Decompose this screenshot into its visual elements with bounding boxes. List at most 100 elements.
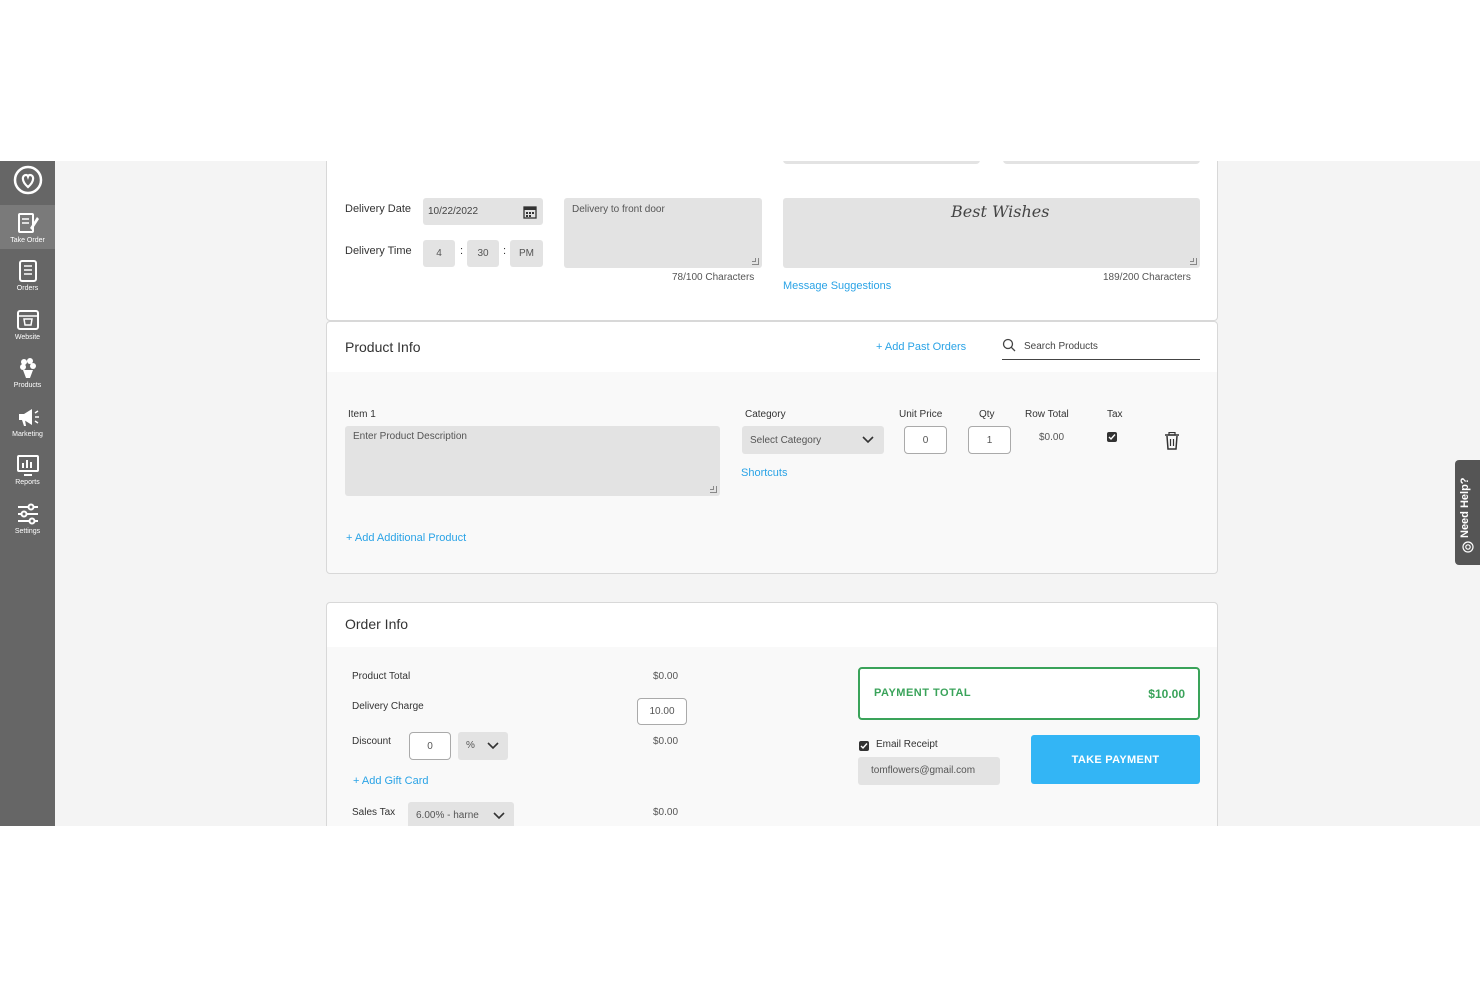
item-label: Item 1	[348, 409, 376, 420]
add-additional-product-link[interactable]: + Add Additional Product	[346, 532, 466, 544]
sliders-icon	[17, 503, 38, 524]
row-total-value: $0.00	[1039, 432, 1065, 443]
discount-type-select[interactable]: %	[458, 732, 508, 760]
orders-icon	[18, 259, 37, 282]
discount-label: Discount	[352, 736, 391, 747]
product-description-textarea[interactable]: Enter Product Description	[345, 426, 720, 496]
delivery-hour-value: 4	[436, 248, 442, 259]
delivery-date-label: Delivery Date	[345, 203, 412, 215]
sidebar-item-orders[interactable]: Orders	[0, 253, 55, 297]
app-canvas: Take Order Orders Website Products Marke…	[0, 161, 1480, 826]
delivery-ampm-field[interactable]: PM	[510, 240, 543, 267]
message-char-count: 189/200 Characters	[1103, 272, 1191, 283]
need-help-label: Need Help?	[1459, 477, 1471, 538]
sales-tax-label: Sales Tax	[352, 807, 396, 818]
shortcuts-link[interactable]: Shortcuts	[741, 467, 787, 479]
need-help-tab[interactable]: Need Help?	[1455, 460, 1480, 565]
qty-label: Qty	[979, 409, 995, 420]
category-label: Category	[745, 409, 786, 420]
payment-total-label: PAYMENT TOTAL	[874, 687, 972, 699]
sales-tax-value: 6.00% - harne	[416, 810, 479, 821]
product-description-placeholder: Enter Product Description	[353, 431, 467, 442]
chevron-down-icon	[862, 436, 874, 444]
delivery-details-card: Delivery Date 10/22/2022 Delivery Time 4…	[326, 161, 1218, 321]
time-separator: :	[503, 245, 507, 257]
product-info-header: Product Info + Add Past Orders Search Pr…	[327, 322, 1217, 372]
sidebar-item-label: Marketing	[12, 430, 43, 438]
product-total-label: Product Total	[352, 671, 411, 682]
delivery-ampm-value: PM	[519, 248, 534, 259]
checkmark-icon	[860, 743, 868, 750]
sales-tax-select[interactable]: 6.00% - harne	[408, 802, 514, 826]
sidebar-item-label: Orders	[16, 284, 39, 292]
search-products-input[interactable]: Search Products	[1024, 341, 1098, 352]
time-separator: :	[460, 245, 464, 257]
calendar-icon[interactable]	[523, 205, 537, 219]
email-receipt-label: Email Receipt	[876, 739, 938, 750]
message-suggestions-link[interactable]: Message Suggestions	[783, 280, 891, 292]
sales-tax-amount: $0.00	[653, 807, 679, 818]
qty-input[interactable]: 1	[968, 426, 1011, 454]
logo[interactable]	[0, 161, 55, 199]
payment-total-box: PAYMENT TOTAL $10.00	[858, 667, 1200, 720]
delivery-minute-value: 30	[477, 248, 489, 259]
search-icon	[1002, 338, 1016, 352]
payment-total-value: $10.00	[1148, 687, 1185, 701]
sidebar-item-label: Reports	[15, 478, 40, 486]
delivery-charge-input[interactable]: 10.00	[637, 698, 687, 725]
resize-handle[interactable]	[1190, 258, 1197, 265]
sidebar-item-settings[interactable]: Settings	[0, 496, 55, 540]
take-order-icon	[17, 212, 39, 233]
sidebar-item-label: Website	[14, 333, 41, 341]
take-payment-label: TAKE PAYMENT	[1071, 753, 1160, 766]
discount-type-value: %	[466, 740, 475, 751]
unit-price-value: 0	[922, 434, 929, 446]
card-message-textarea[interactable]: Best Wishes	[783, 198, 1200, 268]
discount-value: 0	[427, 740, 433, 752]
sidebar-item-label: Products	[13, 381, 42, 389]
qty-value: 1	[986, 434, 993, 446]
delivery-hour-field[interactable]: 4	[423, 240, 455, 267]
heart-circle-logo-icon	[13, 165, 42, 195]
product-info-title: Product Info	[345, 339, 421, 355]
category-select[interactable]: Select Category	[742, 426, 884, 454]
website-icon	[16, 309, 39, 330]
product-info-card: Product Info + Add Past Orders Search Pr…	[326, 321, 1218, 574]
discount-amount: $0.00	[653, 736, 679, 747]
tax-checkbox[interactable]	[1107, 432, 1117, 442]
resize-handle[interactable]	[710, 486, 717, 493]
sidebar-item-products[interactable]: Products	[0, 350, 55, 394]
row-total-label: Row Total	[1025, 409, 1069, 420]
lifebuoy-icon	[1462, 541, 1474, 553]
email-value: tomflowers@gmail.com	[871, 765, 976, 776]
unit-price-input[interactable]: 0	[904, 426, 947, 454]
sidebar-item-label: Take Order	[10, 236, 45, 244]
sidebar-item-marketing[interactable]: Marketing	[0, 399, 55, 443]
trash-icon[interactable]	[1164, 432, 1180, 450]
add-gift-card-link[interactable]: + Add Gift Card	[353, 775, 429, 787]
search-products-field[interactable]: Search Products	[1002, 334, 1200, 360]
product-total-value: $0.00	[653, 671, 679, 682]
instructions-char-count: 78/100 Characters	[672, 272, 755, 283]
order-info-title: Order Info	[345, 616, 409, 632]
checkmark-icon	[1108, 434, 1116, 441]
email-receipt-checkbox[interactable]	[859, 741, 869, 751]
sidebar-item-take-order[interactable]: Take Order	[0, 205, 55, 249]
delivery-minute-field[interactable]: 30	[467, 240, 499, 267]
discount-input[interactable]: 0	[409, 732, 451, 760]
delivery-date-field[interactable]: 10/22/2022	[423, 198, 543, 225]
tax-label: Tax	[1107, 409, 1123, 420]
email-receipt-field[interactable]: tomflowers@gmail.com	[858, 757, 1000, 785]
scrolled-field-edge	[1003, 161, 1200, 164]
delivery-charge-value: 10.00	[649, 706, 675, 717]
sidebar-item-website[interactable]: Website	[0, 302, 55, 346]
take-payment-button[interactable]: TAKE PAYMENT	[1031, 735, 1200, 784]
products-icon	[19, 357, 36, 378]
resize-handle[interactable]	[752, 258, 759, 265]
delivery-instructions-textarea[interactable]: Delivery to front door	[564, 198, 762, 268]
delivery-instructions-text: Delivery to front door	[572, 204, 665, 215]
add-past-orders-link[interactable]: + Add Past Orders	[876, 341, 966, 353]
sidebar-item-reports[interactable]: Reports	[0, 447, 55, 491]
order-info-header: Order Info	[327, 603, 1217, 647]
sidebar: Take Order Orders Website Products Marke…	[0, 161, 55, 826]
